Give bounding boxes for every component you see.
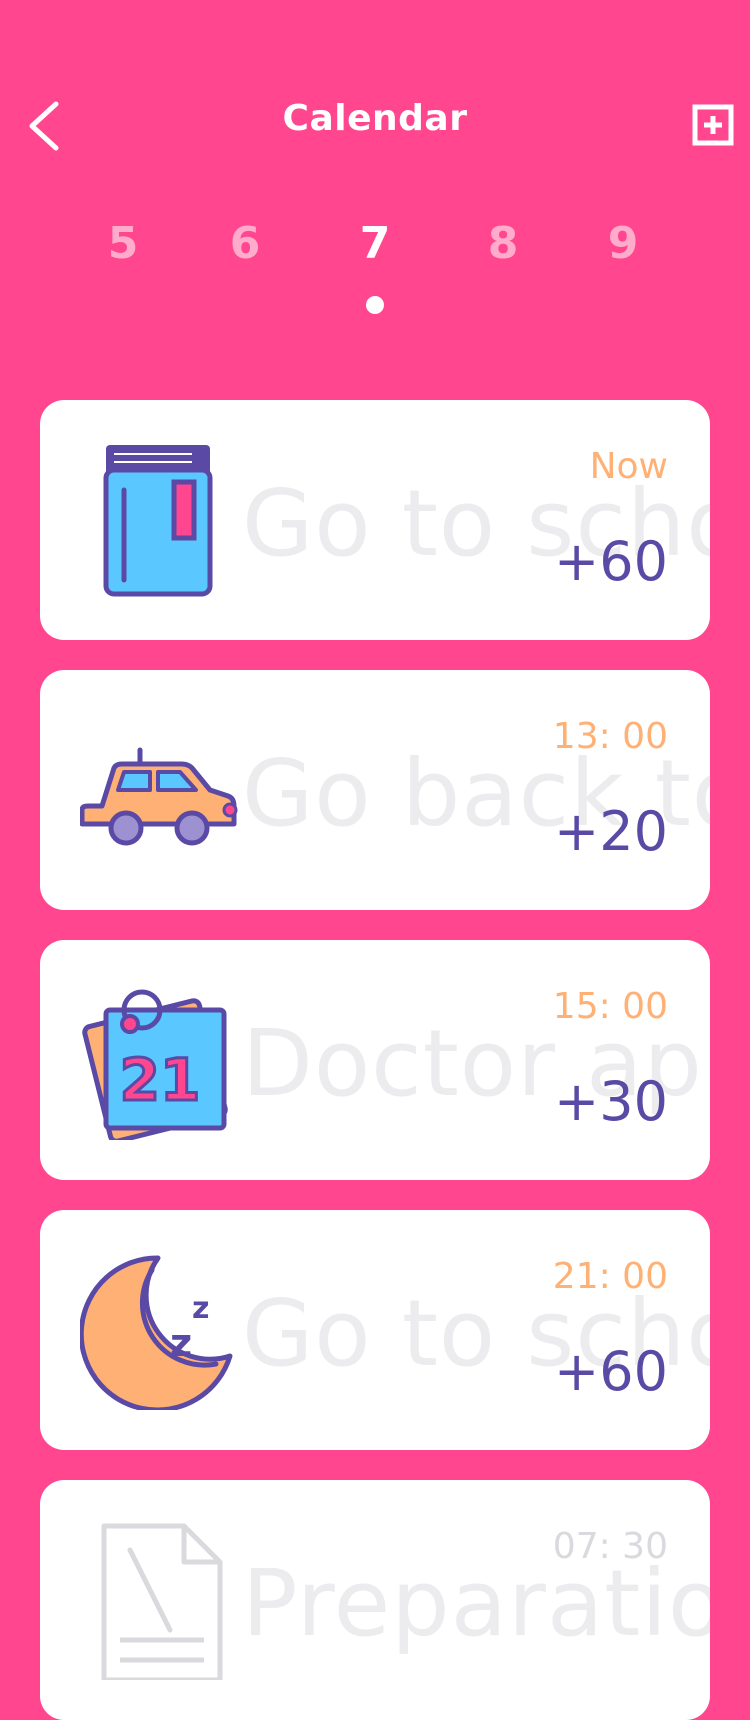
header: Calendar	[0, 0, 750, 250]
event-time: 13: 00	[552, 716, 668, 757]
day-6[interactable]: 6	[215, 218, 275, 269]
day-7[interactable]: 7	[345, 218, 405, 269]
svg-text:21: 21	[120, 1046, 201, 1114]
event-time: 15: 00	[552, 986, 668, 1027]
day-9[interactable]: 9	[593, 218, 653, 269]
day-selector: 5 6 7 8 9	[0, 218, 750, 278]
moon-sleep-icon: z z	[80, 1255, 233, 1410]
event-time: Now	[589, 446, 668, 487]
car-icon	[80, 747, 238, 846]
event-points: +60	[554, 1340, 668, 1403]
event-points: +20	[554, 800, 668, 863]
svg-text:z: z	[170, 1321, 192, 1365]
event-points: +60	[554, 530, 668, 593]
calendar-icon: 21	[82, 989, 228, 1140]
event-points: +30	[554, 1070, 668, 1133]
event-time: 21: 00	[552, 1256, 668, 1297]
day-8[interactable]: 8	[473, 218, 533, 269]
event-card[interactable]: Go back to 13: 00 +20	[40, 670, 710, 910]
document-pen-icon	[101, 1523, 223, 1680]
selected-day-indicator	[366, 296, 384, 314]
event-card[interactable]: Doctor app 21 15: 00 +30	[40, 940, 710, 1180]
add-event-button[interactable]	[692, 104, 734, 146]
svg-text:z: z	[192, 1291, 209, 1326]
event-card[interactable]: Go to scho z z 21: 00 +60	[40, 1210, 710, 1450]
event-card[interactable]: Preparatio 07: 30	[40, 1480, 710, 1720]
page-title: Calendar	[282, 98, 468, 139]
event-card[interactable]: Go to scho Now +60	[40, 400, 710, 640]
event-time: 07: 30	[552, 1526, 668, 1567]
plus-square-icon	[692, 104, 734, 146]
book-icon	[103, 445, 213, 597]
day-5[interactable]: 5	[93, 218, 153, 269]
